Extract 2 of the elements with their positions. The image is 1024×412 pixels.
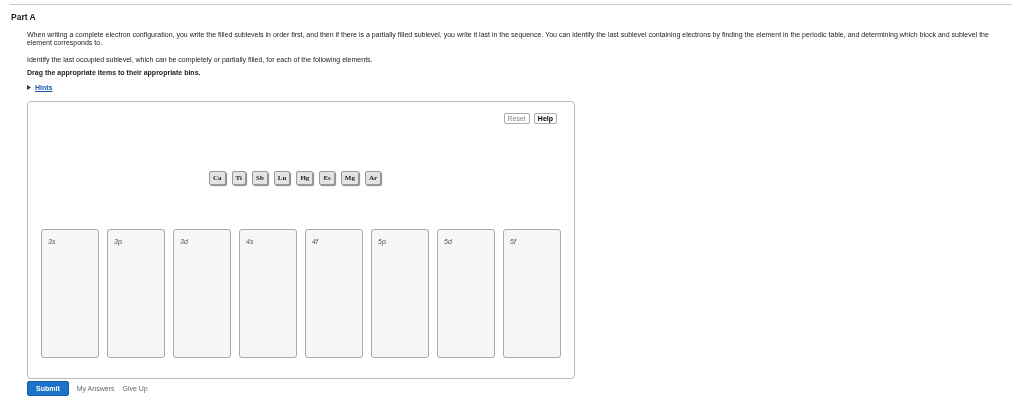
triangle-icon[interactable]	[27, 85, 31, 90]
part-title: Part A	[11, 12, 37, 22]
